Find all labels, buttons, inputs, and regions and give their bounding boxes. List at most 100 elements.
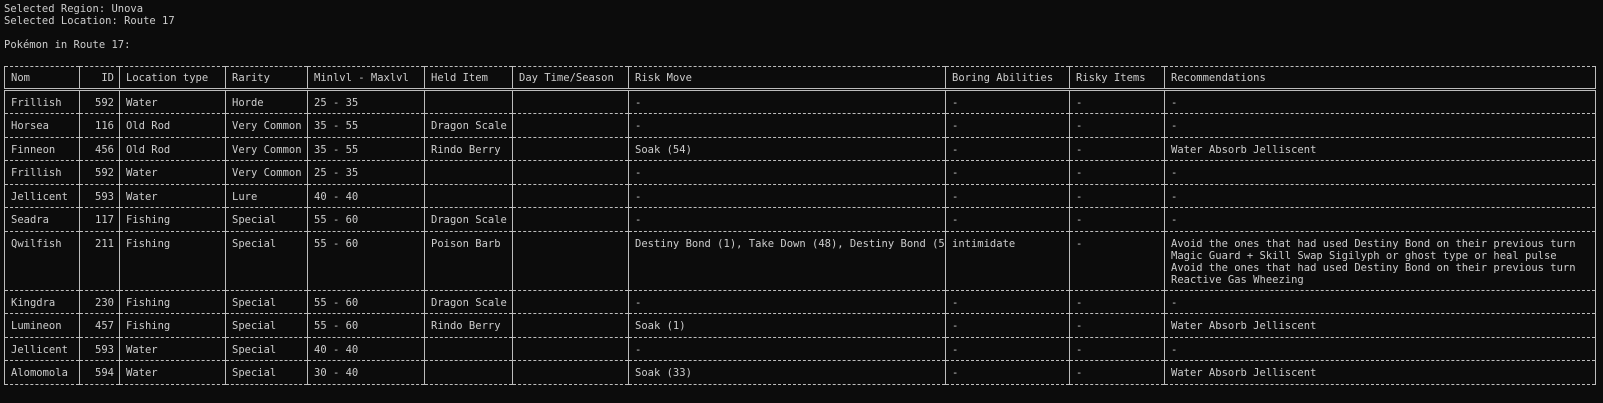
cell-risky-items: - [1069, 337, 1165, 361]
cell-levels: 25 - 35 [307, 89, 425, 114]
recommendation-line: Avoid the ones that had used Destiny Bon… [1171, 237, 1576, 250]
table-row: Finneon 456 Old Rod Very Common 35 - 55 Rindo… [4, 137, 1596, 161]
cell-recommendations: - [1164, 207, 1596, 231]
cell-id: 116 [79, 113, 120, 137]
table-row: Jellicent 593 Water Lure 40 - 40- - - - [4, 184, 1596, 208]
cell-name: Frillish [4, 160, 80, 184]
recommendation-line: Reactive Gas Wheezing [1171, 273, 1304, 286]
table-row: Seadra 117 Fishing Special 55 - 60 Dragon Sca… [4, 207, 1596, 231]
cell-recommendations: Avoid the ones that had used Destiny Bon… [1164, 231, 1596, 290]
table-row: Lumineon 457 Fishing Special 55 - 60 Rindo Be… [4, 313, 1596, 337]
cell-id: 456 [79, 137, 120, 161]
cell-risky-items: - [1069, 290, 1165, 314]
cell-risky-items: - [1069, 231, 1165, 290]
cell-risk-move: Soak (54) [628, 137, 946, 161]
cell-day-time [512, 313, 629, 337]
column-header-location-type: Location type [119, 66, 226, 90]
column-header-nom: Nom [4, 66, 80, 90]
cell-rarity: Horde [225, 89, 308, 114]
cell-recommendations: - [1164, 337, 1596, 361]
cell-boring-abilities: intimidate [945, 231, 1070, 290]
cell-held-item [424, 337, 513, 361]
cell-levels: 55 - 60 [307, 231, 425, 290]
table-header-row: Nom ID Location type Rarity Minlvl - Max… [4, 66, 1596, 90]
cell-rarity: Very Common [225, 137, 308, 161]
cell-name: Kingdra [4, 290, 80, 314]
cell-boring-abilities: - [945, 113, 1070, 137]
cell-boring-abilities: - [945, 137, 1070, 161]
cell-held-item [424, 184, 513, 208]
column-header-id: ID [79, 66, 120, 90]
cell-name: Jellicent [4, 184, 80, 208]
cell-risky-items: - [1069, 360, 1165, 384]
cell-day-time [512, 113, 629, 137]
cell-day-time [512, 290, 629, 314]
cell-rarity: Lure [225, 184, 308, 208]
cell-location-type: Water [119, 360, 226, 384]
cell-risky-items: - [1069, 207, 1165, 231]
cell-id: 594 [79, 360, 120, 384]
recommendation-line: Water Absorb Jelliscent [1171, 143, 1317, 156]
cell-rarity: Special [225, 207, 308, 231]
cell-boring-abilities: - [945, 290, 1070, 314]
recommendation-line: - [1171, 343, 1178, 356]
cell-levels: 25 - 35 [307, 160, 425, 184]
cell-location-type: Fishing [119, 290, 226, 314]
cell-recommendations: Water Absorb Jelliscent [1164, 360, 1596, 384]
cell-held-item: Dragon Scale [424, 113, 513, 137]
cell-risk-move: - [628, 337, 946, 361]
cell-location-type: Old Rod [119, 137, 226, 161]
cell-levels: 35 - 55 [307, 113, 425, 137]
cell-held-item: Rindo Berry [424, 137, 513, 161]
cell-risky-items: - [1069, 137, 1165, 161]
column-header-day-time: Day Time/Season [512, 66, 629, 90]
cell-held-item: Dragon Scale [424, 207, 513, 231]
recommendation-line: - [1171, 190, 1178, 203]
cell-boring-abilities: - [945, 360, 1070, 384]
recommendation-line: Water Absorb Jelliscent [1171, 367, 1317, 379]
column-header-rarity: Rarity [225, 66, 308, 90]
recommendation-line: Avoid the ones that had used Destiny Bon… [1171, 261, 1576, 274]
recommendation-line: Water Absorb Jelliscent [1171, 320, 1317, 332]
cell-levels: 30 - 40 [307, 360, 425, 384]
table-row: Alomomola 594 Water Special 30 - 40 Soak (33)… [4, 360, 1596, 384]
cell-risk-move: Destiny Bond (1), Take Down (48), Destin… [628, 231, 946, 290]
cell-name: Finneon [4, 137, 80, 161]
cell-held-item [424, 89, 513, 114]
cell-risk-move: - [628, 160, 946, 184]
cell-risk-move: - [628, 184, 946, 208]
cell-risky-items: - [1069, 160, 1165, 184]
recommendation-line: - [1171, 296, 1178, 309]
cell-name: Jellicent [4, 337, 80, 361]
column-header-boring-abilities: Boring Abilities [945, 66, 1070, 90]
cell-held-item: Rindo Berry [424, 313, 513, 337]
cell-id: 457 [79, 313, 120, 337]
table-row: Horsea 116 Old Rod Very Common 35 - 55 Dragon… [4, 113, 1596, 137]
cell-rarity: Special [225, 337, 308, 361]
cell-risk-move: - [628, 290, 946, 314]
cell-levels: 55 - 60 [307, 313, 425, 337]
cell-location-type: Fishing [119, 231, 226, 290]
cell-rarity: Special [225, 360, 308, 384]
cell-recommendations: - [1164, 290, 1596, 314]
cell-name: Alomomola [4, 360, 80, 384]
cell-name: Qwilfish [4, 231, 80, 290]
selected-location-line: Selected Location: Route 17 [4, 15, 175, 27]
cell-risk-move: - [628, 113, 946, 137]
cell-boring-abilities: - [945, 207, 1070, 231]
cell-recommendations: - [1164, 184, 1596, 208]
recommendation-line: - [1171, 120, 1178, 132]
cell-boring-abilities: - [945, 337, 1070, 361]
cell-held-item: Poison Barb [424, 231, 513, 290]
recommendation-line: - [1171, 97, 1178, 109]
column-header-risky-items: Risky Items [1069, 66, 1165, 90]
cell-day-time [512, 184, 629, 208]
cell-day-time [512, 89, 629, 114]
cell-location-type: Water [119, 337, 226, 361]
cell-id: 211 [79, 231, 120, 290]
cell-day-time [512, 337, 629, 361]
table-row: Frillish 592 Water Horde 25 - 35- - - - [4, 89, 1596, 114]
cell-day-time [512, 207, 629, 231]
cell-day-time [512, 360, 629, 384]
cell-location-type: Water [119, 160, 226, 184]
